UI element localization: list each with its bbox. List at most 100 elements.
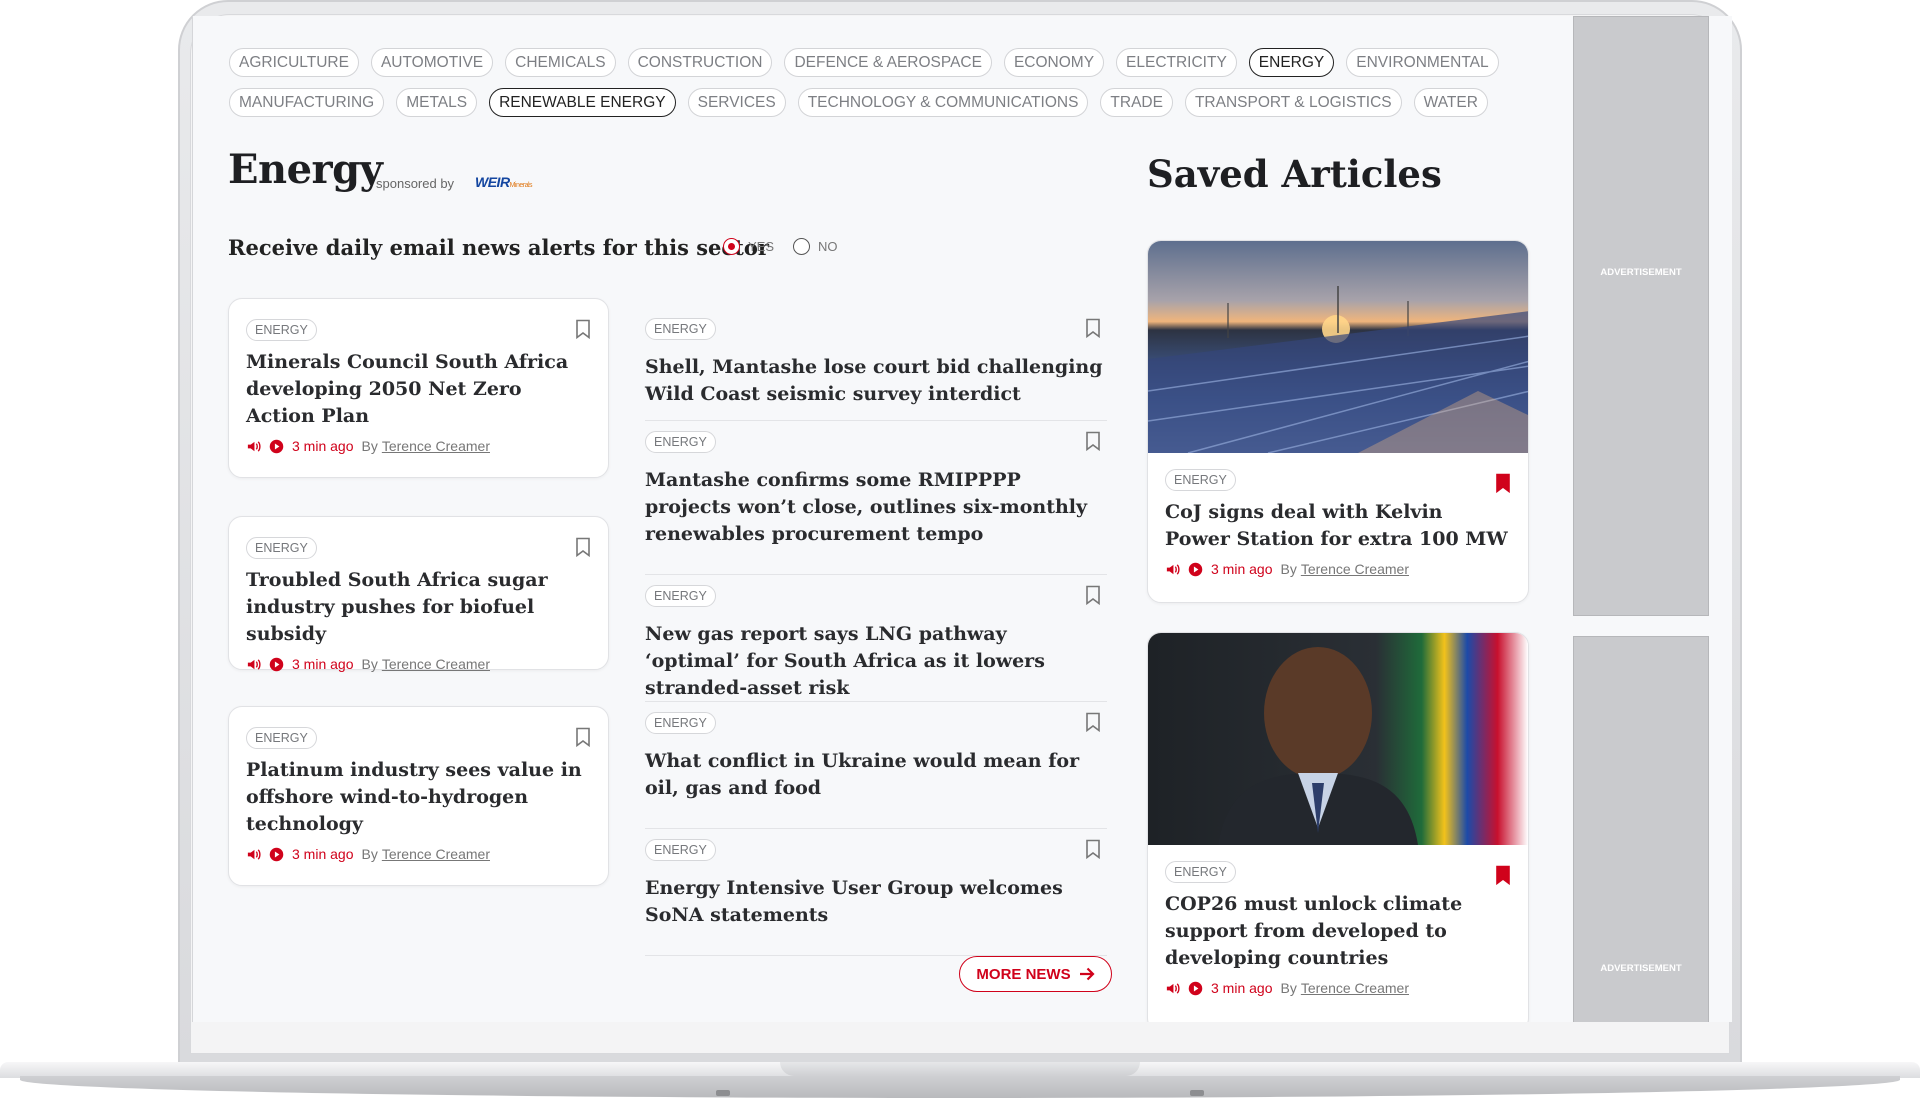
sector-chip[interactable]: TRANSPORT & LOGISTICS xyxy=(1184,88,1402,117)
man-speaking-image[interactable] xyxy=(1148,633,1528,845)
sector-chip[interactable]: AUTOMOTIVE xyxy=(370,48,494,77)
author-link[interactable]: Terence Creamer xyxy=(382,438,490,454)
article-headline[interactable]: COP26 must unlock climate support from d… xyxy=(1165,891,1511,972)
feature-card[interactable]: ENERGY Minerals Council South Africa dev… xyxy=(228,298,609,478)
sector-chip[interactable]: TECHNOLOGY & COMMUNICATIONS xyxy=(797,88,1089,117)
bookmark-outline-icon[interactable] xyxy=(1085,839,1101,859)
saved-articles-title: Saved Articles xyxy=(1147,152,1442,196)
bookmark-filled-icon[interactable] xyxy=(1495,473,1511,493)
list-item[interactable]: ENERGY Shell, Mantashe lose court bid ch… xyxy=(645,308,1107,421)
feature-card[interactable]: ENERGY Troubled South Africa sugar indus… xyxy=(228,516,609,672)
play-icon[interactable] xyxy=(269,657,284,672)
category-tag[interactable]: ENERGY xyxy=(645,431,716,453)
list-item[interactable]: ENERGY Mantashe confirms some RMIPPPP pr… xyxy=(645,421,1107,575)
author-link[interactable]: Terence Creamer xyxy=(382,656,490,672)
category-tag[interactable]: ENERGY xyxy=(1165,469,1236,491)
bookmark-outline-icon[interactable] xyxy=(575,319,591,339)
alerts-yes-label: YES xyxy=(748,239,775,254)
category-tag[interactable]: ENERGY xyxy=(645,839,716,861)
play-icon[interactable] xyxy=(269,439,284,454)
list-item[interactable]: ENERGY New gas report says LNG pathway ‘… xyxy=(645,575,1107,702)
sector-chip[interactable]: SERVICES xyxy=(687,88,786,117)
bookmark-outline-icon[interactable] xyxy=(1085,712,1101,732)
email-alerts-label: Receive daily email news alerts for this… xyxy=(228,235,769,260)
base-bottom xyxy=(20,1076,1900,1098)
sector-chip[interactable]: TRADE xyxy=(1100,88,1173,117)
category-tag[interactable]: ENERGY xyxy=(246,319,317,341)
sector-chip[interactable]: ELECTRICITY xyxy=(1116,48,1237,77)
sector-chip[interactable]: WATER xyxy=(1413,88,1488,117)
sector-row-2: MANUFACTURING METALS RENEWABLE ENERGY SERVI… xyxy=(229,88,1488,117)
saved-article-card[interactable]: ENERGY COP26 must unlock climate support… xyxy=(1147,632,1529,1022)
bookmark-outline-icon[interactable] xyxy=(575,537,591,557)
sector-chip[interactable]: ENERGY xyxy=(1248,48,1335,77)
sector-chip[interactable]: ECONOMY xyxy=(1003,48,1105,77)
alerts-no-radio[interactable]: NO xyxy=(793,238,838,255)
article-meta: 3 min ago By Terence Creamer xyxy=(1165,561,1511,577)
byline-prefix: By xyxy=(361,656,378,672)
audio-icon[interactable] xyxy=(1165,562,1180,577)
author-link[interactable]: Terence Creamer xyxy=(1301,561,1409,577)
sector-chip[interactable]: CONSTRUCTION xyxy=(627,48,773,77)
base-foot xyxy=(716,1090,730,1096)
list-item[interactable]: ENERGY What conflict in Ukraine would me… xyxy=(645,702,1107,829)
article-headline[interactable]: Shell, Mantashe lose court bid challengi… xyxy=(645,354,1107,408)
sponsor-logo[interactable]: WEIRMinerals xyxy=(475,174,533,190)
bookmark-outline-icon[interactable] xyxy=(1085,431,1101,451)
article-headline[interactable]: Troubled South Africa sugar industry pus… xyxy=(246,567,591,648)
alerts-no-label: NO xyxy=(818,239,838,254)
article-meta: 3 min ago By Terence Creamer xyxy=(246,846,591,862)
category-tag[interactable]: ENERGY xyxy=(645,712,716,734)
solar-panels-sunset-image[interactable] xyxy=(1148,241,1528,453)
sector-chip[interactable]: METALS xyxy=(396,88,478,117)
alerts-yes-radio[interactable]: YES xyxy=(723,238,774,255)
list-item[interactable]: ENERGY Energy Intensive User Group welco… xyxy=(645,829,1107,956)
play-icon[interactable] xyxy=(1188,981,1203,996)
sector-chip[interactable]: AGRICULTURE xyxy=(229,48,359,77)
article-time: 3 min ago xyxy=(292,656,354,672)
category-tag[interactable]: ENERGY xyxy=(645,585,716,607)
category-tag[interactable]: ENERGY xyxy=(1165,861,1236,883)
byline-prefix: By xyxy=(361,438,378,454)
sponsor-logo-sub: Minerals xyxy=(509,182,533,189)
article-headline[interactable]: Minerals Council South Africa developing… xyxy=(246,349,591,430)
sector-chip[interactable]: MANUFACTURING xyxy=(229,88,385,117)
audio-icon[interactable] xyxy=(246,439,261,454)
byline-prefix: By xyxy=(1280,980,1297,996)
more-news-button[interactable]: MORE NEWS xyxy=(959,956,1112,992)
article-headline[interactable]: Mantashe confirms some RMIPPPP projects … xyxy=(645,467,1107,548)
author-link[interactable]: Terence Creamer xyxy=(382,846,490,862)
article-headline[interactable]: CoJ signs deal with Kelvin Power Station… xyxy=(1165,499,1511,553)
category-tag[interactable]: ENERGY xyxy=(246,537,317,559)
sector-chip[interactable]: DEFENCE & AEROSPACE xyxy=(784,48,992,77)
audio-icon[interactable] xyxy=(246,657,261,672)
bookmark-outline-icon[interactable] xyxy=(575,727,591,747)
sector-chip[interactable]: CHEMICALS xyxy=(505,48,616,77)
category-tag[interactable]: ENERGY xyxy=(246,727,317,749)
bookmark-outline-icon[interactable] xyxy=(1085,585,1101,605)
play-icon[interactable] xyxy=(269,847,284,862)
saved-card-body: ENERGY COP26 must unlock climate support… xyxy=(1148,845,1528,1010)
advertisement-slot[interactable]: ADVERTISEMENT xyxy=(1573,16,1709,616)
play-icon[interactable] xyxy=(1188,562,1203,577)
feature-card[interactable]: ENERGY Platinum industry sees value in o… xyxy=(228,706,609,886)
sector-chip[interactable]: ENVIRONMENTAL xyxy=(1346,48,1499,77)
sponsor-logo-text: WEIR xyxy=(475,174,510,190)
advertisement-slot[interactable]: ADVERTISEMENT xyxy=(1573,636,1709,1022)
bookmark-filled-icon[interactable] xyxy=(1495,865,1511,885)
advertisement-label: ADVERTISEMENT xyxy=(1600,267,1682,278)
article-headline[interactable]: What conflict in Ukraine would mean for … xyxy=(645,748,1107,802)
article-headline[interactable]: Energy Intensive User Group welcomes SoN… xyxy=(645,875,1107,929)
saved-article-card[interactable]: ENERGY CoJ signs deal with Kelvin Power … xyxy=(1147,240,1529,603)
author-link[interactable]: Terence Creamer xyxy=(1301,980,1409,996)
article-headline[interactable]: New gas report says LNG pathway ‘optimal… xyxy=(645,621,1107,702)
audio-icon[interactable] xyxy=(246,847,261,862)
sector-chip[interactable]: RENEWABLE ENERGY xyxy=(489,88,676,117)
sector-filter: AGRICULTURE AUTOMOTIVE CHEMICALS CONSTRUCTI… xyxy=(229,48,1499,128)
screen: AGRICULTURE AUTOMOTIVE CHEMICALS CONSTRUCTI… xyxy=(192,16,1732,1022)
solar-scene-graphic xyxy=(1148,286,1528,453)
article-headline[interactable]: Platinum industry sees value in offshore… xyxy=(246,757,591,838)
audio-icon[interactable] xyxy=(1165,981,1180,996)
category-tag[interactable]: ENERGY xyxy=(645,318,716,340)
bookmark-outline-icon[interactable] xyxy=(1085,318,1101,338)
